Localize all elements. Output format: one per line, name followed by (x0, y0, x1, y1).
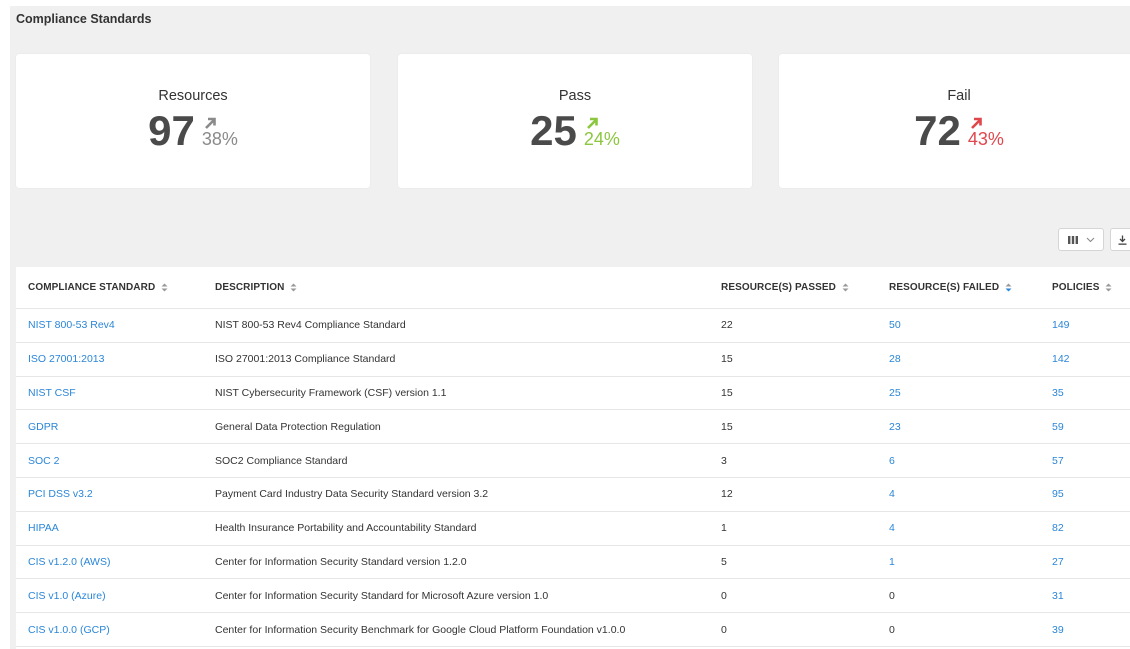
failed-link[interactable]: 6 (889, 444, 895, 477)
failed-link[interactable]: 25 (889, 377, 901, 410)
card-label: Pass (558, 88, 592, 104)
description-cell: Center for Information Security Benchmar… (215, 623, 626, 636)
page-title: Compliance Standards (16, 12, 152, 26)
card-value: 25 (530, 107, 577, 154)
standard-link[interactable]: GDPR (28, 410, 58, 443)
policies-link[interactable]: 31 (1052, 579, 1064, 612)
passed-cell: 15 (721, 420, 733, 433)
failed-link[interactable]: 4 (889, 512, 895, 545)
compliance-page: Compliance Standards Resources 97 38% Pa… (10, 6, 1130, 649)
failed-cell: 0 (889, 589, 895, 602)
standard-link[interactable]: CIS v1.0.0 (GCP) (28, 613, 110, 646)
download-icon (1118, 235, 1127, 245)
table-row[interactable]: CIS v1.2.0 (AWS) Center for Information S… (16, 546, 1130, 580)
policies-link[interactable]: 27 (1052, 546, 1064, 579)
description-cell: Center for Information Security Standard… (215, 589, 549, 602)
description-cell: General Data Protection Regulation (215, 420, 381, 433)
passed-cell: 3 (721, 454, 727, 467)
passed-cell: 0 (721, 589, 727, 602)
passed-cell: 12 (721, 488, 733, 501)
failed-link[interactable]: 23 (889, 410, 901, 443)
table-row[interactable]: PCI DSS v3.2 Payment Card Industry Data S… (16, 478, 1130, 512)
card-value: 97 (148, 107, 195, 154)
standard-link[interactable]: ISO 27001:2013 (28, 343, 104, 376)
sort-icon (842, 283, 849, 292)
column-header-failed[interactable]: RESOURCE(S) FAILED (889, 267, 1012, 308)
column-header-standard[interactable]: COMPLIANCE STANDARD (28, 267, 168, 308)
chevron-down-icon (1086, 237, 1094, 242)
passed-cell: 5 (721, 555, 727, 568)
standard-link[interactable]: NIST 800-53 Rev4 (28, 309, 115, 342)
column-header-passed[interactable]: RESOURCE(S) PASSED (721, 267, 849, 308)
policies-link[interactable]: 95 (1052, 478, 1064, 511)
passed-cell: 22 (721, 319, 733, 332)
trend-up-icon (586, 117, 598, 129)
passed-cell: 15 (721, 353, 733, 366)
failed-link[interactable]: 50 (889, 309, 901, 342)
trend-up-icon (970, 117, 982, 129)
column-header-policies[interactable]: POLICIES (1052, 267, 1112, 308)
sort-descending-icon (1005, 283, 1012, 292)
policies-link[interactable]: 142 (1052, 343, 1070, 376)
description-cell: Center for Information Security Standard… (215, 555, 467, 568)
download-button[interactable] (1110, 228, 1130, 251)
card-label: Resources (158, 88, 228, 104)
sort-icon (1105, 283, 1112, 292)
resources-card[interactable]: Resources 97 38% (16, 54, 370, 188)
table-header-row: COMPLIANCE STANDARD DESCRIPTION RESOURCE… (16, 267, 1130, 309)
card-delta: 38% (201, 129, 238, 149)
failed-cell: 0 (889, 623, 895, 636)
standard-link[interactable]: NIST CSF (28, 377, 76, 410)
passed-cell: 15 (721, 386, 733, 399)
column-picker-button[interactable] (1058, 228, 1104, 251)
failed-link[interactable]: 28 (889, 343, 901, 376)
description-cell: NIST Cybersecurity Framework (CSF) versi… (215, 386, 447, 399)
fail-card[interactable]: Fail 72 43% (779, 54, 1130, 188)
card-delta: 43% (967, 129, 1004, 149)
card-label: Fail (947, 88, 971, 104)
compliance-table: COMPLIANCE STANDARD DESCRIPTION RESOURCE… (16, 267, 1130, 649)
passed-cell: 0 (721, 623, 727, 636)
sort-icon (290, 283, 297, 292)
table-row[interactable]: NIST CSF NIST Cybersecurity Framework (CS… (16, 377, 1130, 411)
description-cell: SOC2 Compliance Standard (215, 454, 348, 467)
table-row[interactable]: ISO 27001:2013 ISO 27001:2013 Compliance … (16, 343, 1130, 377)
failed-link[interactable]: 1 (889, 546, 895, 579)
table-row[interactable]: CIS v1.0 (Azure) Center for Information S… (16, 579, 1130, 614)
description-cell: ISO 27001:2013 Compliance Standard (215, 353, 396, 366)
table-row[interactable]: SOC 2 SOC2 Compliance Standard 3 6 57 (16, 444, 1130, 478)
card-value: 72 (914, 107, 961, 154)
policies-link[interactable]: 82 (1052, 512, 1064, 545)
standard-link[interactable]: CIS v1.0 (Azure) (28, 579, 106, 612)
policies-link[interactable]: 149 (1052, 309, 1070, 342)
description-cell: Health Insurance Portability and Account… (215, 522, 477, 535)
standard-link[interactable]: CIS v1.2.0 (AWS) (28, 546, 110, 579)
standard-link[interactable]: HIPAA (28, 512, 59, 545)
table-row[interactable]: HIPAA Health Insurance Portability and Ac… (16, 512, 1130, 546)
trend-up-icon (204, 117, 216, 129)
table-row[interactable]: NIST 800-53 Rev4 NIST 800-53 Rev4 Complia… (16, 309, 1130, 343)
pass-card[interactable]: Pass 25 24% (398, 54, 752, 188)
policies-link[interactable]: 35 (1052, 377, 1064, 410)
table-row[interactable]: CIS v1.0.0 (GCP) Center for Information S… (16, 613, 1130, 647)
table-row[interactable]: GDPR General Data Protection Regulation 15… (16, 410, 1130, 445)
standard-link[interactable]: PCI DSS v3.2 (28, 478, 93, 511)
description-cell: NIST 800-53 Rev4 Compliance Standard (215, 319, 406, 332)
policies-link[interactable]: 39 (1052, 613, 1064, 646)
description-cell: Payment Card Industry Data Security Stan… (215, 488, 489, 501)
passed-cell: 1 (721, 522, 727, 535)
policies-link[interactable]: 57 (1052, 444, 1064, 477)
column-header-description[interactable]: DESCRIPTION (215, 267, 297, 308)
failed-link[interactable]: 4 (889, 478, 895, 511)
card-delta: 24% (583, 129, 620, 149)
standard-link[interactable]: SOC 2 (28, 444, 60, 477)
policies-link[interactable]: 59 (1052, 410, 1064, 443)
columns-icon (1067, 235, 1078, 244)
sort-icon (161, 283, 168, 292)
